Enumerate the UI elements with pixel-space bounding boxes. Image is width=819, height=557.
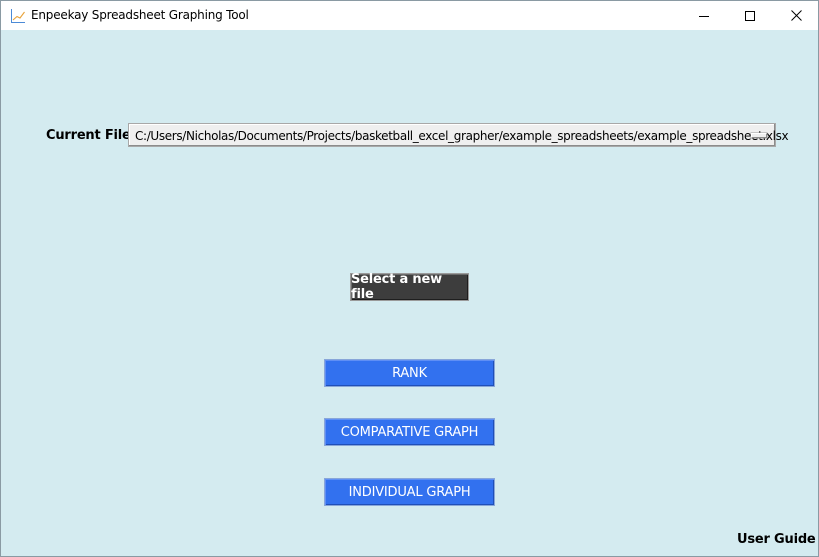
- minimize-icon: [699, 15, 709, 17]
- chart-line-icon: [10, 8, 26, 24]
- app-window: Enpeekay Spreadsheet Graphing Tool Curre…: [0, 0, 819, 557]
- current-file-label: Current File:: [46, 128, 136, 143]
- select-new-file-button[interactable]: Select a new file: [350, 272, 469, 302]
- file-path-value: C:/Users/Nicholas/Documents/Projects/bas…: [135, 129, 789, 143]
- individual-graph-button[interactable]: INDIVIDUAL GRAPH: [324, 478, 495, 506]
- title-bar[interactable]: Enpeekay Spreadsheet Graphing Tool: [1, 1, 818, 30]
- maximize-icon: [745, 10, 755, 21]
- user-guide-link[interactable]: User Guide: [737, 532, 816, 547]
- file-path-dropdown[interactable]: C:/Users/Nicholas/Documents/Projects/bas…: [128, 123, 789, 147]
- dropdown-indicator-icon: [751, 133, 767, 138]
- close-button[interactable]: [773, 1, 819, 30]
- minimize-button[interactable]: [681, 1, 727, 30]
- comparative-graph-button[interactable]: COMPARATIVE GRAPH: [324, 418, 495, 446]
- rank-button[interactable]: RANK: [324, 359, 495, 387]
- window-title: Enpeekay Spreadsheet Graphing Tool: [31, 8, 249, 22]
- maximize-button[interactable]: [727, 1, 773, 30]
- close-icon: [790, 10, 802, 21]
